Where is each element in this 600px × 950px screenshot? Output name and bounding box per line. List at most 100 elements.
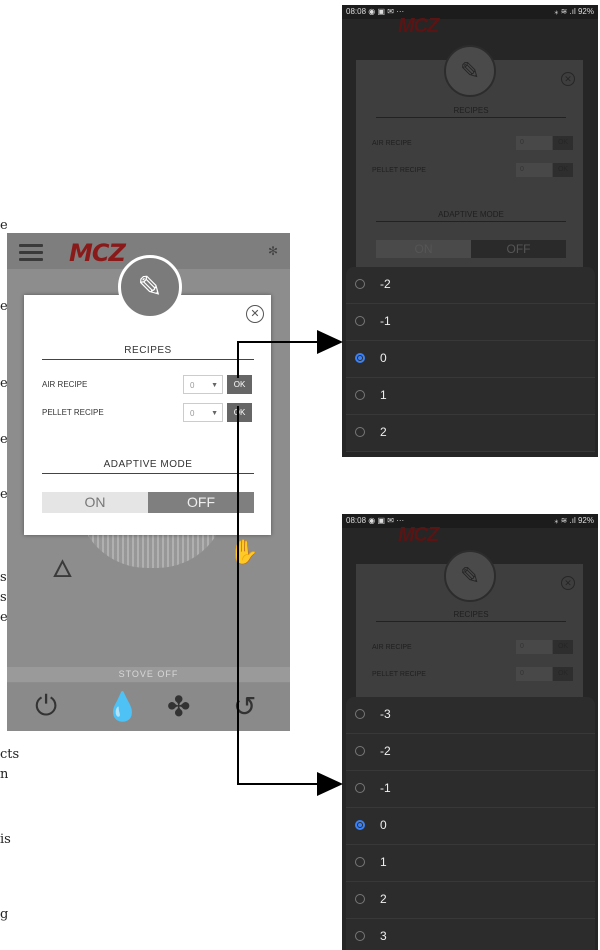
chevron-down-icon: ▼ [211,382,218,389]
power-icon[interactable]: ⏻ [35,690,57,723]
radio-icon [355,894,365,904]
recipes-title: RECIPES [376,106,566,118]
recipes-title: RECIPES [376,610,566,622]
pellet-recipe-value: 0 [190,409,195,418]
option-label: 1 [380,855,387,869]
adaptive-mode-title: ADAPTIVE MODE [376,210,566,222]
option-label: 1 [380,388,387,402]
ok-button: OK [553,640,573,654]
radio-selected-icon [355,353,365,363]
picker-option-selected[interactable]: 0 [346,808,595,845]
pellet-recipe-label: PELLET RECIPE [42,408,104,417]
radio-icon [355,709,365,719]
radio-icon [355,783,365,793]
option-label: 0 [380,351,387,365]
option-label: -2 [380,277,391,291]
option-label: -3 [380,707,391,721]
auto-flame-icon[interactable]: 🜂 [52,541,73,591]
adaptive-mode-toggle: ON OFF [376,240,566,258]
phone-bottom-screen: 08:08 ◉ ▣ ✉ ··· ⁎ ≋ .ıl 92% MCZ ✕ RECIPE… [342,514,598,950]
picker-option[interactable]: -3 [346,697,595,734]
brand-logo: MCZ [398,524,439,546]
option-label: -2 [380,744,391,758]
air-recipe-ok-button[interactable]: OK [227,375,252,394]
flame-drop-icon[interactable]: 💧 [105,690,140,723]
brand-logo: MCZ [69,239,126,267]
ok-button: OK [553,163,573,177]
margin-fragment: cts [0,747,20,762]
radio-icon [355,931,365,941]
pellet-recipe-label: PELLET RECIPE [372,671,426,678]
option-label: 0 [380,818,387,832]
adaptive-off-button: OFF [471,240,566,258]
brand-logo: MCZ [398,15,439,37]
system-status-icons: ⁎ ≋ .ıl 92% [554,516,594,525]
picker-option[interactable]: -2 [346,734,595,771]
recipes-modal: ✕ RECIPES AIR RECIPE 0 ▼ OK PELLET RECIPE… [24,295,271,535]
radio-icon [355,279,365,289]
picker-option[interactable]: 2 [346,882,595,919]
pellet-recipe-select: 0 [516,163,552,177]
picker-option[interactable]: 2 [346,415,595,452]
status-time: 08:08 [346,516,367,525]
ok-button: OK [553,667,573,681]
value-picker-sheet: -3 -2 -1 0 1 2 3 [346,697,595,950]
fan-icon[interactable]: ✤ [167,690,190,723]
margin-fragment: s [0,590,7,605]
pellet-recipe-select[interactable]: 0 ▼ [183,403,223,422]
margin-fragment: s [0,570,7,585]
air-recipe-select: 0 [516,640,552,654]
air-recipe-value: 0 [190,381,195,390]
status-bar: 08:08 ◉ ▣ ✉ ··· ⁎ ≋ .ıl 92% [342,5,598,19]
picker-option-selected[interactable]: 0 [346,341,595,378]
radio-icon [355,316,365,326]
bottom-controls: ⏻ 💧 ✤ ↺ [7,683,290,731]
status-time: 08:08 [346,7,367,16]
connector-line [237,406,239,784]
ok-button: OK [553,136,573,150]
close-icon: ✕ [561,72,575,86]
bluetooth-icon[interactable]: ✻ [268,244,278,258]
air-recipe-label: AIR RECIPE [372,140,412,147]
picker-option[interactable]: -1 [346,304,595,341]
phone-top-screen: 08:08 ◉ ▣ ✉ ··· ⁎ ≋ .ıl 92% MCZ ✕ RECIPE… [342,5,598,457]
option-label: 2 [380,892,387,906]
radio-icon [355,390,365,400]
connector-line [237,341,319,343]
adaptive-on-button[interactable]: ON [42,492,148,513]
picker-option[interactable]: 1 [346,845,595,882]
option-label: -1 [380,314,391,328]
picker-option[interactable]: -2 [346,267,595,304]
radio-selected-icon [355,820,365,830]
picker-option[interactable]: 3 [346,919,595,950]
adaptive-mode-toggle: ON OFF [42,492,254,513]
arrow-right-icon [317,772,343,796]
radio-icon [355,427,365,437]
option-label: 2 [380,425,387,439]
option-label: 3 [380,929,387,943]
air-recipe-select: 0 [516,136,552,150]
hamburger-menu-icon[interactable] [19,244,43,261]
adaptive-mode-title: ADAPTIVE MODE [42,459,254,474]
value-picker-sheet: -2 -1 0 1 2 [346,267,595,452]
adaptive-on-button: ON [376,240,471,258]
pellet-recipe-label: PELLET RECIPE [372,167,426,174]
edit-pencil-icon: ✎ [118,255,182,319]
pellet-recipe-ok-button[interactable]: OK [227,403,252,422]
close-icon: ✕ [561,576,575,590]
chevron-down-icon: ▼ [211,410,218,417]
picker-option[interactable]: -1 [346,771,595,808]
margin-fragment: is [0,832,11,847]
edit-pencil-icon: ✎ [444,45,496,97]
pellet-recipe-select: 0 [516,667,552,681]
system-status-icons: ⁎ ≋ .ıl 92% [554,7,594,16]
air-recipe-select[interactable]: 0 ▼ [183,375,223,394]
status-bar: 08:08 ◉ ▣ ✉ ··· ⁎ ≋ .ıl 92% [342,514,598,528]
close-icon[interactable]: ✕ [246,305,264,323]
connector-line [237,341,239,378]
recipes-title: RECIPES [42,345,254,360]
edit-pencil-icon: ✎ [444,550,496,602]
margin-fragment: n [0,767,9,782]
picker-option[interactable]: 1 [346,378,595,415]
manual-hand-icon[interactable]: ✋ [229,538,259,567]
